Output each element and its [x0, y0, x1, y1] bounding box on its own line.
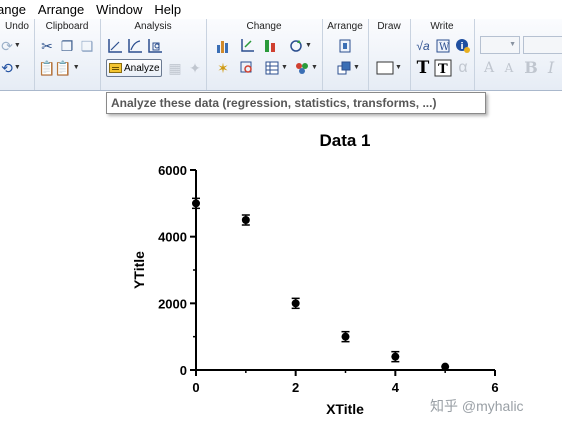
group-arrange: Arrange ▼ [322, 19, 369, 90]
cut-icon[interactable]: ✂ [38, 37, 56, 55]
group-clipboard: Clipboard ✂ ❐ ❏ 📋 📋 ▼ [34, 19, 101, 90]
paste-special-icon[interactable]: 📋 ▼ [54, 59, 79, 77]
menu-arrange[interactable]: Arrange [32, 0, 90, 19]
chart-axes: 0 2000 4000 6000 0 2 4 6 [158, 163, 499, 395]
group-analysis: Analysis Analyze ▦ ✦ [100, 19, 207, 90]
bring-front-icon[interactable]: ▼ [334, 59, 362, 77]
chevron-down-icon: ▼ [509, 41, 516, 48]
menu-help[interactable]: Help [148, 0, 187, 19]
x-tick-label: 2 [292, 380, 299, 395]
y-axis-label: YTitle [131, 251, 147, 289]
data-point [291, 299, 300, 308]
menu-change[interactable]: ange [0, 0, 32, 19]
data-point [341, 332, 350, 341]
data-point [241, 216, 250, 224]
svg-text:T: T [438, 62, 448, 77]
fit-curve-icon[interactable] [126, 37, 144, 55]
ribbon-toolbar: Undo ⟳ ▼ ⟲ ▼ Clipboard ✂ ❐ ❏ 📋 📋 ▼ Analysis… [0, 19, 562, 91]
group-change: Change ▼ ✶ ▼ ▼ [206, 19, 323, 90]
font-size-select[interactable]: ▼ [480, 36, 520, 54]
text-box-icon[interactable]: T [434, 59, 452, 77]
paste-icon[interactable]: 📋 [38, 59, 56, 77]
undo-icon[interactable]: ⟲ ▼ [1, 59, 21, 77]
alpha-icon[interactable]: α [454, 59, 472, 77]
group-label-change: Change [246, 21, 282, 32]
group-label-analysis: Analysis [134, 21, 172, 32]
format-graph-icon[interactable] [262, 37, 280, 55]
chart-marks [192, 197, 450, 371]
bold-icon[interactable]: B [522, 59, 540, 77]
increase-font-icon[interactable]: A [480, 59, 498, 77]
copy-icon[interactable]: ❐ [58, 37, 76, 55]
info-icon[interactable]: i [454, 37, 472, 55]
group-write: Write √a W i T T α [410, 19, 475, 90]
analyze-label: Analyze [124, 62, 160, 74]
watermark: 知乎 @myhalic [430, 398, 524, 414]
copy-special-icon[interactable]: ❏ [78, 37, 96, 55]
group-label-arrange: Arrange [327, 21, 363, 32]
group-label-clipboard: Clipboard [45, 21, 89, 32]
x-axis-label: XTitle [326, 401, 364, 417]
y-tick-label: 0 [180, 363, 187, 378]
data-table-icon[interactable]: ▼ [262, 59, 290, 77]
svg-text:i: i [461, 42, 464, 52]
align-icon[interactable] [336, 37, 354, 55]
menu-window[interactable]: Window [90, 0, 148, 19]
magic-icon[interactable]: ✶ [214, 59, 232, 77]
group-draw: Draw ▼ [368, 19, 411, 90]
x-tick-label: 0 [192, 380, 199, 395]
word-object-icon[interactable]: W [434, 37, 452, 55]
data-point [192, 199, 200, 208]
menu-bar: ange Arrange Window Help [0, 0, 562, 19]
group-undo: Undo ⟳ ▼ ⟲ ▼ [0, 19, 35, 90]
data-point [441, 362, 450, 371]
rectangle-icon[interactable]: ▼ [374, 59, 404, 77]
data-point [391, 352, 400, 361]
xy-graph-icon[interactable] [106, 37, 124, 55]
table-icon[interactable]: ▦ [166, 59, 184, 77]
redo-icon[interactable]: ⟳ ▼ [1, 37, 21, 55]
axis-icon[interactable] [238, 37, 256, 55]
zoom-graph-icon[interactable] [238, 59, 256, 77]
y-tick-label: 2000 [158, 296, 187, 311]
decrease-font-icon[interactable]: A [500, 59, 518, 77]
x-tick-label: 6 [491, 380, 498, 395]
y-tick-label: 4000 [158, 230, 187, 245]
italic-icon[interactable]: I [542, 59, 560, 77]
group-label-write: Write [430, 21, 454, 32]
group-label-draw: Draw [377, 21, 401, 32]
chart-title: Data 1 [319, 131, 370, 150]
y-tick-label: 6000 [158, 163, 187, 178]
statistics-icon[interactable] [146, 37, 164, 55]
font-name-select[interactable] [523, 36, 562, 54]
group-label-undo: Undo [5, 21, 29, 32]
color-scheme-icon[interactable]: ▼ [292, 59, 320, 77]
text-icon[interactable]: T [414, 59, 432, 77]
x-tick-label: 4 [392, 380, 400, 395]
bar-chart-icon[interactable] [214, 37, 232, 55]
equation-icon[interactable]: √a [414, 37, 432, 55]
rotate-icon[interactable]: ▼ [286, 37, 314, 55]
wand-icon[interactable]: ✦ [186, 59, 204, 77]
svg-text:W: W [439, 42, 450, 53]
analyze-icon [109, 63, 122, 73]
analyze-tooltip: Analyze these data (regression, statisti… [106, 92, 486, 114]
analyze-button[interactable]: Analyze [106, 59, 162, 77]
